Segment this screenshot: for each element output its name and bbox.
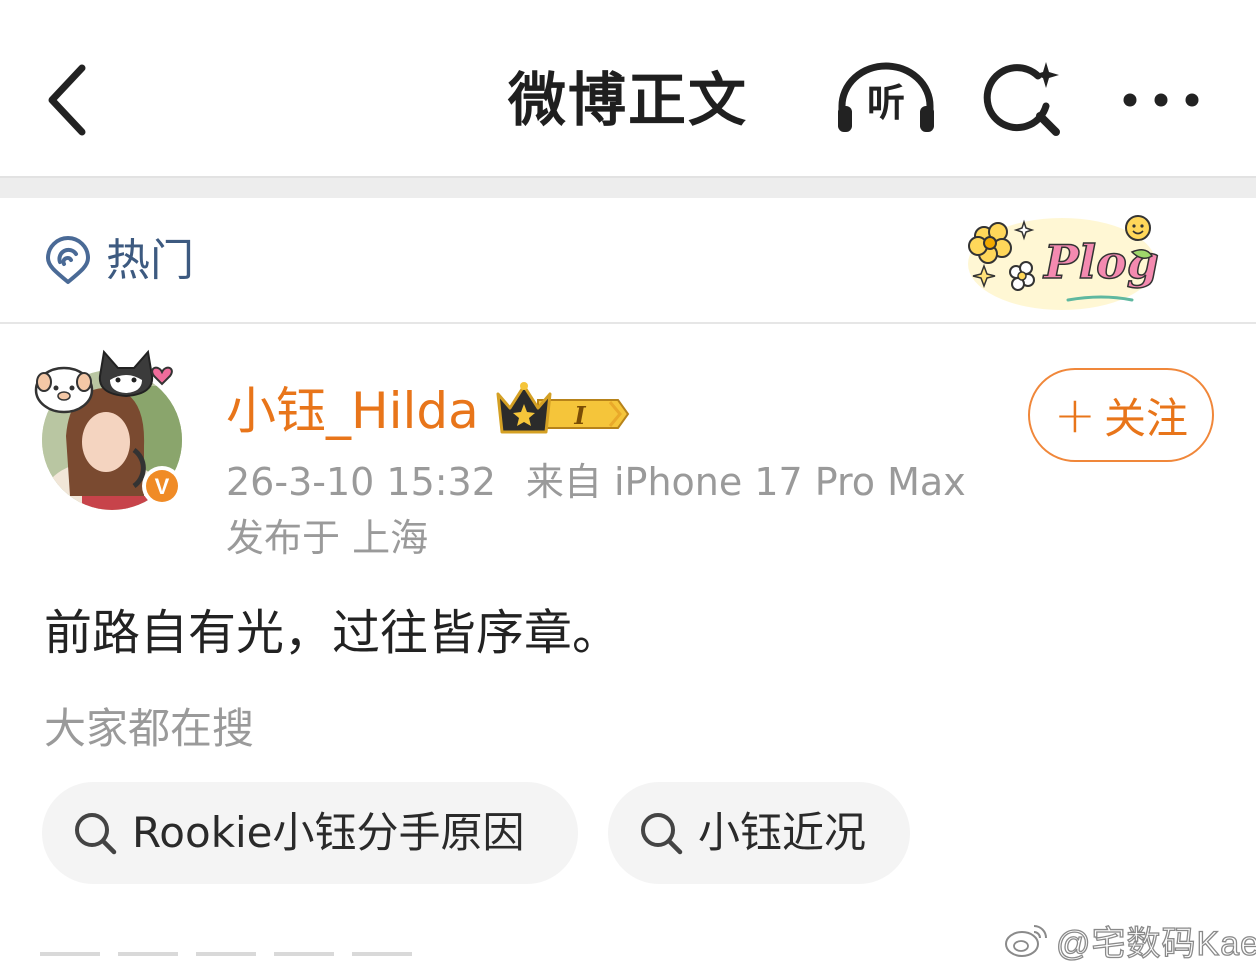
hot-section-row: 热门 Plog (0, 198, 1256, 324)
username[interactable]: 小钰_Hilda (226, 380, 479, 442)
more-button[interactable] (1116, 80, 1206, 120)
section-divider (0, 176, 1256, 198)
plus-icon: + (1054, 386, 1096, 444)
post-source: 来自 iPhone 17 Pro Max (525, 460, 966, 504)
search-chip-label: Rookie小钰分手原因 (132, 808, 525, 857)
search-chip-rookie[interactable]: Rookie小钰分手原因 (42, 782, 578, 884)
plog-sticker-image: Plog (968, 215, 1160, 310)
search-icon (75, 813, 117, 855)
search-icon (641, 813, 683, 855)
back-arrow-icon (48, 64, 86, 136)
top-nav-bar: 微博正文 听 (0, 0, 1256, 178)
hot-signal-icon (46, 236, 90, 284)
smiley-icon (1125, 215, 1151, 241)
post-location: 发布于 上海 (226, 516, 429, 560)
vip-crown-badge-icon[interactable]: I (494, 378, 630, 438)
watermark: @宅数码Kael (1004, 916, 1256, 964)
more-dots-icon (1123, 93, 1199, 107)
hot-label: 热门 (106, 235, 194, 286)
search-button[interactable] (982, 58, 1066, 142)
back-button[interactable] (40, 58, 100, 142)
listen-label: 听 (866, 81, 905, 125)
trending-search-title: 大家都在搜 (44, 704, 255, 753)
avatar-image: V (34, 349, 182, 510)
small-flower-icon (1009, 261, 1035, 291)
follow-label: 关注 (1103, 393, 1188, 443)
verified-badge-icon: V (142, 466, 182, 506)
cut-off-content (40, 952, 500, 969)
weibo-logo-icon (1005, 925, 1047, 957)
cat-sticker-icon (98, 349, 154, 398)
puppy-sticker-icon (34, 366, 94, 414)
search-chip-recent[interactable]: 小钰近况 (608, 782, 910, 884)
vip-level-text: I (573, 401, 586, 430)
post-time: 26-3-10 15:32 (226, 460, 496, 504)
follow-button[interactable]: + 关注 (1028, 368, 1214, 462)
heart-icon (151, 366, 173, 386)
post-content: 前路自有光，过往皆序章。 (44, 605, 621, 661)
listen-button[interactable]: 听 (834, 60, 938, 140)
watermark-text: @宅数码Kael (1055, 924, 1256, 963)
avatar[interactable]: V (30, 346, 190, 516)
search-sparkle-icon (983, 62, 1060, 136)
page-title: 微博正文 (507, 66, 748, 134)
search-chip-label: 小钰近况 (698, 808, 867, 857)
plog-sticker-text: Plog (1042, 235, 1159, 289)
post-meta: 26-3-10 15:32 来自 iPhone 17 Pro Max (226, 456, 966, 508)
svg-text:V: V (155, 474, 170, 499)
